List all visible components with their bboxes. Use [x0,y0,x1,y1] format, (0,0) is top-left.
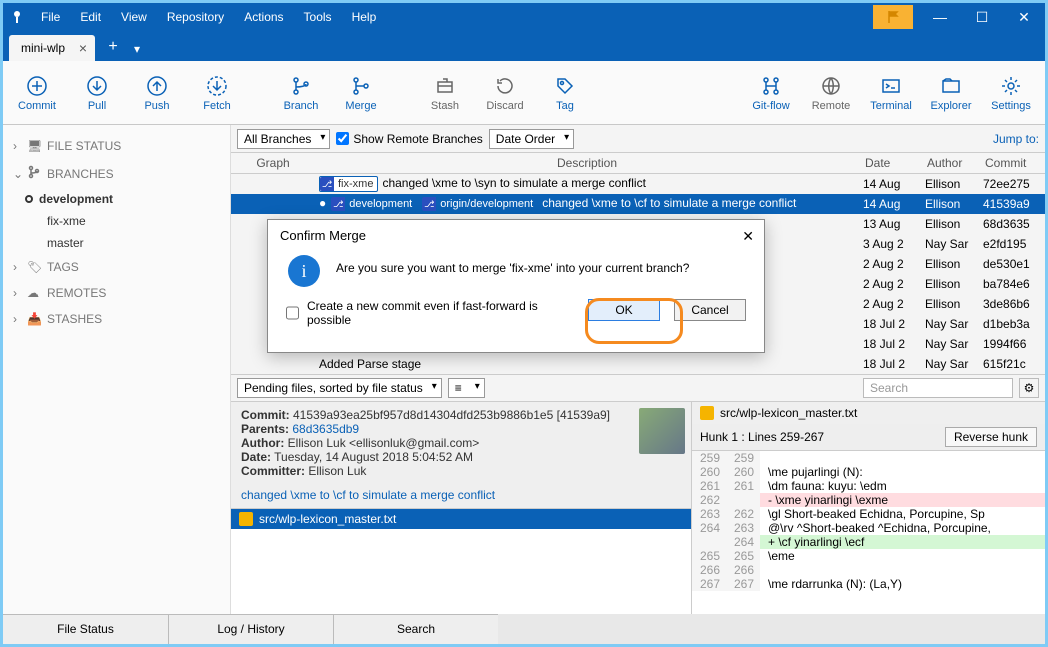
explorer-button[interactable]: Explorer [921,74,981,112]
remote-button[interactable]: Remote [801,74,861,112]
minimize-button[interactable]: — [919,3,961,31]
commit-info: Commit: 41539a93ea25bf957d8d14304dfd253b… [231,402,691,508]
modified-icon [239,512,253,526]
col-author[interactable]: Author [921,153,979,173]
sidebar-filestatus[interactable]: ›🖥FILE STATUS [3,133,230,159]
sidebar-tags[interactable]: ›🏷TAGS [3,254,230,280]
view-mode-select[interactable]: ≡ [448,378,485,398]
sidebar-item-fixxme[interactable]: fix-xme [3,210,230,232]
col-commit[interactable]: Commit [979,153,1045,173]
fast-forward-checkbox[interactable]: Create a new commit even if fast-forward… [286,299,574,327]
sidebar-branches[interactable]: ⌄BRANCHES [3,159,230,188]
branch-button[interactable]: Branch [271,74,331,112]
terminal-button[interactable]: Terminal [861,74,921,112]
repo-tab[interactable]: mini-wlp × [9,35,95,61]
sidebar-item-master[interactable]: master [3,232,230,254]
commit-row[interactable]: ●⎇development⎇origin/developmentchanged … [231,194,1045,214]
dialog-title: Confirm Merge [268,220,764,251]
app-logo [3,3,31,31]
close-button[interactable]: ✕ [1003,3,1045,31]
gear-icon[interactable]: ⚙ [1019,378,1039,398]
cancel-button[interactable]: Cancel [674,299,746,321]
menu-actions[interactable]: Actions [234,3,293,31]
tab-close-icon[interactable]: × [79,40,87,56]
monitor-icon: 🖥 [27,139,47,153]
jump-to-link[interactable]: Jump to: [993,132,1039,146]
diff-file-path: src/wlp-lexicon_master.txt [692,402,1045,424]
branch-icon [27,165,47,182]
sidebar-remotes[interactable]: ›☁REMOTES [3,280,230,306]
settings-button[interactable]: Settings [981,74,1041,112]
avatar [639,408,685,454]
discard-button[interactable]: Discard [475,74,535,112]
menu-view[interactable]: View [111,3,157,31]
tab-dropdown-icon[interactable]: ▾ [129,37,145,61]
gitflow-button[interactable]: Git-flow [741,74,801,112]
flag-icon[interactable] [873,5,913,29]
modified-icon [700,406,714,420]
col-graph[interactable]: Graph [231,153,315,173]
sidebar-item-development[interactable]: development [3,188,230,210]
dialog-close-icon[interactable]: ✕ [742,228,754,245]
info-icon: i [288,255,320,287]
stash-button[interactable]: Stash [415,74,475,112]
archive-icon: 📥 [27,312,47,326]
branch-filter-select[interactable]: All Branches [237,129,330,149]
tag-button[interactable]: Tag [535,74,595,112]
hunk-header: Hunk 1 : Lines 259-267Reverse hunk [692,424,1045,451]
col-desc[interactable]: Description [315,153,859,173]
tab-file-status[interactable]: File Status [3,614,168,644]
merge-button[interactable]: Merge [331,74,391,112]
confirm-merge-dialog: Confirm Merge ✕ i Are you sure you want … [267,219,765,353]
sidebar-stashes[interactable]: ›📥STASHES [3,306,230,332]
tag-icon: 🏷 [27,260,47,274]
commit-row[interactable]: Added Parse stage18 Jul 2Nay Sar615f21c [231,354,1045,374]
date-order-select[interactable]: Date Order [489,129,574,149]
fetch-button[interactable]: Fetch [187,74,247,112]
col-date[interactable]: Date [859,153,921,173]
menu-file[interactable]: File [31,3,70,31]
reverse-hunk-button[interactable]: Reverse hunk [945,427,1037,447]
maximize-button[interactable]: ☐ [961,3,1003,31]
menu-tools[interactable]: Tools [294,3,342,31]
menu-help[interactable]: Help [342,3,387,31]
ok-button[interactable]: OK [588,299,660,321]
commit-row[interactable]: ⎇fix-xmechanged \xme to \syn to simulate… [231,174,1045,194]
file-item[interactable]: src/wlp-lexicon_master.txt [231,509,691,529]
pull-button[interactable]: Pull [67,74,127,112]
pending-files-select[interactable]: Pending files, sorted by file status [237,378,442,398]
tab-label: mini-wlp [21,41,65,55]
search-input[interactable]: Search [863,378,1013,398]
push-button[interactable]: Push [127,74,187,112]
commit-button[interactable]: Commit [7,74,67,112]
cloud-icon: ☁ [27,286,47,300]
new-tab-button[interactable]: + [101,35,125,59]
dialog-message: Are you sure you want to merge 'fix-xme'… [336,255,689,275]
menu-repository[interactable]: Repository [157,3,234,31]
tab-log-history[interactable]: Log / History [168,614,333,644]
show-remote-checkbox[interactable]: Show Remote Branches [336,132,482,146]
menu-edit[interactable]: Edit [70,3,111,31]
tab-search[interactable]: Search [333,614,498,644]
